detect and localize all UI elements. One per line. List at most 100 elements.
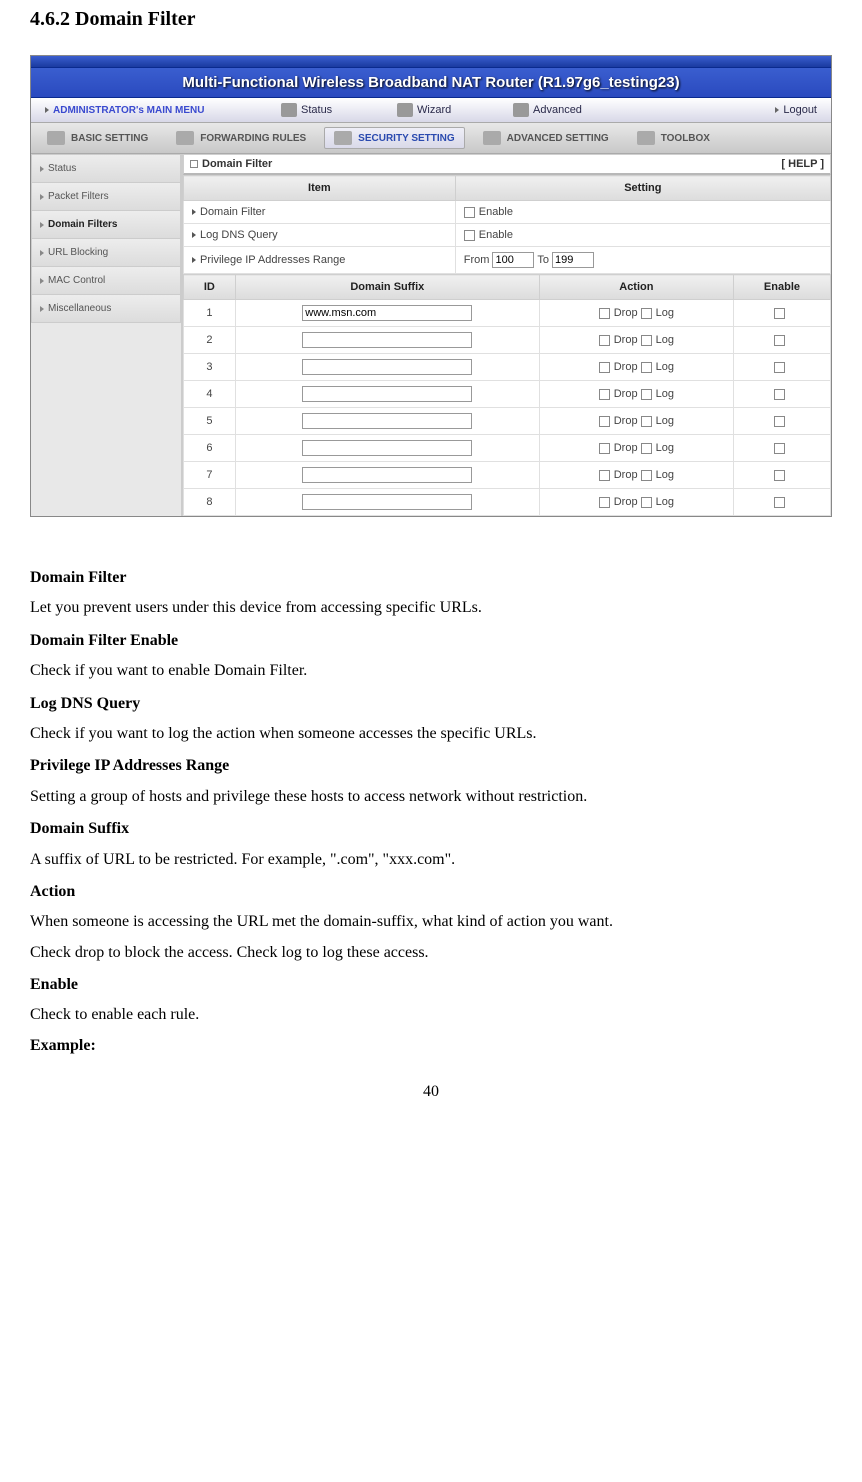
log-checkbox[interactable] — [641, 389, 652, 400]
row-priv-ip-label: Privilege IP Addresses Range — [184, 247, 456, 274]
rule-enable-checkbox[interactable] — [774, 335, 785, 346]
row-suffix-cell — [235, 462, 539, 489]
menu-label: Advanced — [533, 104, 582, 116]
menu-label: Status — [301, 104, 332, 116]
row-action-cell: Drop Log — [539, 300, 733, 327]
security-icon — [334, 131, 352, 145]
text: Check to enable each rule. — [30, 1002, 832, 1028]
tab-label: BASIC SETTING — [71, 133, 148, 144]
domain-filter-enable-checkbox[interactable] — [464, 207, 475, 218]
domain-suffix-input[interactable] — [302, 467, 472, 483]
tab-toolbox[interactable]: TOOLBOX — [627, 127, 720, 149]
rule-enable-checkbox[interactable] — [774, 416, 785, 427]
domain-suffix-input[interactable] — [302, 305, 472, 321]
log-label: Log — [656, 307, 674, 319]
sidebar-item-domain-filters[interactable]: Domain Filters — [31, 211, 181, 239]
drop-checkbox[interactable] — [599, 308, 610, 319]
row-id: 8 — [184, 489, 236, 516]
row-action-cell: Drop Log — [539, 354, 733, 381]
table-row: 5Drop Log — [184, 408, 831, 435]
panel-header: Domain Filter [ HELP ] — [183, 154, 831, 175]
log-dns-enable-checkbox[interactable] — [464, 230, 475, 241]
table-row: 6Drop Log — [184, 435, 831, 462]
drop-checkbox[interactable] — [599, 470, 610, 481]
row-id: 3 — [184, 354, 236, 381]
menu-status[interactable]: Status — [273, 101, 383, 119]
domain-suffix-input[interactable] — [302, 332, 472, 348]
domain-suffix-input[interactable] — [302, 386, 472, 402]
drop-checkbox[interactable] — [599, 389, 610, 400]
table-row: 4Drop Log — [184, 381, 831, 408]
domain-suffix-input[interactable] — [302, 440, 472, 456]
col-action: Action — [539, 275, 733, 300]
row-enable-cell — [733, 327, 830, 354]
row-suffix-cell — [235, 300, 539, 327]
row-log-dns-value: Enable — [455, 224, 830, 247]
rule-enable-checkbox[interactable] — [774, 389, 785, 400]
sidebar-item-label: URL Blocking — [48, 247, 108, 258]
log-checkbox[interactable] — [641, 335, 652, 346]
menu-wizard[interactable]: Wizard — [389, 101, 499, 119]
security-sidebar: Status Packet Filters Domain Filters URL… — [31, 154, 181, 516]
heading-domain-filter-enable: Domain Filter Enable — [30, 628, 832, 654]
col-suffix: Domain Suffix — [235, 275, 539, 300]
priv-ip-to-input[interactable] — [552, 252, 594, 268]
rule-enable-checkbox[interactable] — [774, 470, 785, 481]
row-suffix-cell — [235, 327, 539, 354]
tab-basic-setting[interactable]: BASIC SETTING — [37, 127, 158, 149]
heading-domain-filter: Domain Filter — [30, 565, 832, 591]
settings-panel: Domain Filter [ HELP ] Item Setting Doma… — [181, 154, 831, 516]
drop-label: Drop — [614, 361, 638, 373]
tab-forwarding-rules[interactable]: FORWARDING RULES — [166, 127, 316, 149]
rule-enable-checkbox[interactable] — [774, 362, 785, 373]
square-icon — [190, 160, 198, 168]
menu-logout[interactable]: Logout — [767, 102, 825, 118]
drop-checkbox[interactable] — [599, 362, 610, 373]
priv-ip-from-input[interactable] — [492, 252, 534, 268]
rule-enable-checkbox[interactable] — [774, 308, 785, 319]
triangle-icon — [192, 209, 196, 215]
domain-suffix-input[interactable] — [302, 494, 472, 510]
text: Setting a group of hosts and privilege t… — [30, 784, 832, 810]
row-id: 7 — [184, 462, 236, 489]
tab-security-setting[interactable]: SECURITY SETTING — [324, 127, 465, 149]
help-link[interactable]: [ HELP ] — [781, 158, 824, 170]
rule-enable-checkbox[interactable] — [774, 443, 785, 454]
rule-enable-checkbox[interactable] — [774, 497, 785, 508]
drop-checkbox[interactable] — [599, 443, 610, 454]
drop-checkbox[interactable] — [599, 416, 610, 427]
table-row: 8Drop Log — [184, 489, 831, 516]
sidebar-item-label: MAC Control — [48, 275, 105, 286]
domain-suffix-input[interactable] — [302, 359, 472, 375]
log-checkbox[interactable] — [641, 443, 652, 454]
log-checkbox[interactable] — [641, 470, 652, 481]
drop-checkbox[interactable] — [599, 497, 610, 508]
table-row: 2Drop Log — [184, 327, 831, 354]
row-id: 6 — [184, 435, 236, 462]
domain-suffix-input[interactable] — [302, 413, 472, 429]
log-checkbox[interactable] — [641, 308, 652, 319]
sidebar-item-miscellaneous[interactable]: Miscellaneous — [31, 295, 181, 323]
menu-advanced[interactable]: Advanced — [505, 101, 635, 119]
row-enable-cell — [733, 435, 830, 462]
triangle-icon — [775, 107, 779, 113]
log-checkbox[interactable] — [641, 416, 652, 427]
drop-checkbox[interactable] — [599, 335, 610, 346]
log-checkbox[interactable] — [641, 362, 652, 373]
col-item: Item — [184, 176, 456, 201]
col-setting: Setting — [455, 176, 830, 201]
row-enable-cell — [733, 354, 830, 381]
enable-label: Enable — [479, 229, 513, 241]
page-number: 40 — [30, 1083, 832, 1101]
tab-advanced-setting[interactable]: ADVANCED SETTING — [473, 127, 619, 149]
sidebar-item-status[interactable]: Status — [31, 154, 181, 183]
table-row: 1Drop Log — [184, 300, 831, 327]
log-label: Log — [656, 334, 674, 346]
sidebar-item-mac-control[interactable]: MAC Control — [31, 267, 181, 295]
log-label: Log — [656, 415, 674, 427]
drop-label: Drop — [614, 334, 638, 346]
sidebar-item-packet-filters[interactable]: Packet Filters — [31, 183, 181, 211]
sidebar-item-url-blocking[interactable]: URL Blocking — [31, 239, 181, 267]
log-checkbox[interactable] — [641, 497, 652, 508]
row-enable-cell — [733, 381, 830, 408]
